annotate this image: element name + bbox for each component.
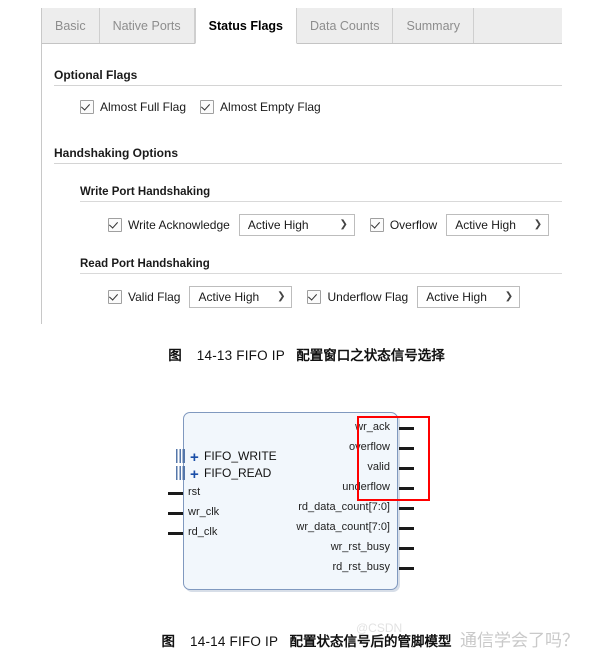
figure-caption-2-fig: 图 (161, 634, 176, 649)
optional-flags-row: Almost Full Flag Almost Empty Flag (80, 100, 562, 114)
pin-label-wr-clk: wr_clk (188, 506, 220, 518)
figure-caption-1-number: 14-13 FIFO IP (196, 348, 285, 363)
tab-summary[interactable]: Summary (393, 8, 474, 43)
write-port-heading: Write Port Handshaking (80, 186, 211, 198)
chevron-down-icon: ❯ (277, 291, 286, 302)
checkbox-valid-flag-label: Valid Flag (128, 290, 181, 304)
handshaking-options-divider (54, 163, 562, 164)
tab-native-ports[interactable]: Native Ports (99, 8, 195, 43)
watermark-text: 通信学会了吗？ (460, 631, 579, 650)
checkbox-almost-empty-flag[interactable]: Almost Empty Flag (200, 100, 321, 114)
watermark-brand: @CSDN (356, 621, 403, 635)
dropdown-write-acknowledge-polarity-value: Active High (247, 218, 309, 232)
chevron-down-icon: ❯ (504, 291, 514, 302)
status-signal-highlight-rectangle (357, 416, 430, 501)
pin-label-wr-rst-busy: wr_rst_busy (330, 541, 390, 553)
pin-stub-rd-clk (168, 532, 183, 535)
checkbox-box-icon (369, 218, 384, 232)
pin-stub-rst (168, 492, 183, 495)
chevron-down-icon: ❯ (533, 219, 543, 230)
write-port-row: Write Acknowledge Active High ❯ Overflow… (108, 214, 562, 236)
read-port-group: Read Port Handshaking Valid Flag Active … (42, 258, 562, 308)
figure-caption-1: 图 14-13 FIFO IP 配置窗口之状态信号选择 (0, 344, 613, 364)
pin-label-fifo-read: FIFO_READ (204, 466, 272, 480)
dropdown-underflow-flag-polarity[interactable]: Active High ❯ (417, 286, 521, 308)
tab-summary-label: Summary (406, 18, 460, 33)
checkbox-almost-full-flag[interactable]: Almost Full Flag (80, 100, 186, 114)
fifo-config-panel: Basic Native Ports Status Flags Data Cou… (41, 8, 562, 324)
pin-label-wr-data-count: wr_data_count[7:0] (296, 521, 390, 533)
tab-basic[interactable]: Basic (42, 8, 100, 43)
dropdown-overflow-polarity[interactable]: Active High ❯ (446, 214, 550, 236)
bus-connector-icon (176, 449, 185, 463)
optional-flags-section: Optional Flags Almost Full Flag Almost E… (42, 68, 562, 114)
pin-label-fifo-write: FIFO_WRITE (204, 449, 277, 463)
checkbox-overflow-label: Overflow (389, 218, 438, 232)
write-port-group: Write Port Handshaking Write Acknowledge… (42, 186, 562, 236)
optional-flags-divider (54, 85, 562, 86)
chevron-down-icon: ❯ (339, 219, 348, 230)
pin-stub-rd-rst-busy (399, 567, 414, 570)
panel-body: Optional Flags Almost Full Flag Almost E… (42, 44, 562, 323)
tab-data-counts[interactable]: Data Counts (297, 8, 394, 43)
handshaking-options-section: Handshaking Options Write Port Handshaki… (42, 146, 562, 308)
tab-data-counts-label: Data Counts (310, 18, 380, 33)
checkbox-box-icon (200, 100, 215, 114)
checkbox-box-icon (307, 290, 322, 304)
pin-stub-wr-rst-busy (399, 547, 414, 550)
tab-strip: Basic Native Ports Status Flags Data Cou… (42, 8, 562, 44)
handshaking-options-heading: Handshaking Options (54, 146, 179, 160)
checkbox-overflow[interactable]: Overflow (369, 218, 438, 232)
fifo-pin-diagram: + FIFO_WRITE + FIFO_READ rst wr_clk rd_c… (150, 400, 480, 600)
expander-plus-icon-fifo-write[interactable]: + (190, 450, 199, 465)
checkbox-write-acknowledge-label: Write Acknowledge (128, 218, 230, 232)
figure-caption-2-text: 配置状态信号后的管脚模型 (289, 634, 452, 649)
read-port-heading: Read Port Handshaking (80, 258, 210, 270)
pin-label-rd-rst-busy: rd_rst_busy (332, 561, 390, 573)
checkbox-almost-empty-flag-label: Almost Empty Flag (220, 100, 321, 114)
dropdown-write-acknowledge-polarity[interactable]: Active High ❯ (238, 214, 355, 236)
pin-label-rd-clk: rd_clk (188, 526, 218, 538)
pin-label-rd-data-count: rd_data_count[7:0] (298, 501, 390, 513)
pin-label-rst: rst (188, 486, 201, 498)
pin-stub-wr-clk (168, 512, 183, 515)
tab-basic-label: Basic (55, 18, 86, 33)
read-port-row: Valid Flag Active High ❯ Underflow Flag … (108, 286, 562, 308)
tab-native-ports-label: Native Ports (112, 18, 181, 33)
tab-strip-filler (473, 8, 562, 43)
checkbox-underflow-flag-label: Underflow Flag (327, 290, 409, 304)
checkbox-box-icon (108, 218, 122, 232)
checkbox-box-icon (108, 290, 122, 304)
screenshot-root: Basic Native Ports Status Flags Data Cou… (0, 0, 613, 655)
read-port-divider (80, 273, 562, 274)
dropdown-valid-flag-polarity[interactable]: Active High ❯ (189, 286, 293, 308)
dropdown-overflow-polarity-value: Active High (455, 218, 516, 232)
write-port-divider (80, 201, 562, 202)
checkbox-almost-full-flag-label: Almost Full Flag (100, 100, 187, 114)
optional-flags-heading: Optional Flags (54, 68, 138, 82)
checkbox-underflow-flag[interactable]: Underflow Flag (307, 290, 408, 304)
pin-stub-rd-data-count (399, 507, 414, 510)
checkbox-box-icon (80, 100, 94, 114)
tab-status-flags-label: Status Flags (208, 18, 283, 33)
figure-caption-1-fig: 图 (168, 348, 182, 363)
checkbox-valid-flag[interactable]: Valid Flag (108, 290, 180, 304)
tab-status-flags[interactable]: Status Flags (194, 8, 297, 44)
checkbox-write-acknowledge[interactable]: Write Acknowledge (108, 218, 230, 232)
dropdown-underflow-flag-polarity-value: Active High (426, 290, 487, 304)
figure-caption-2-number: 14-14 FIFO IP (190, 634, 279, 649)
figure-caption-1-text: 配置窗口之状态信号选择 (296, 348, 445, 363)
bus-connector-icon (176, 466, 185, 480)
dropdown-valid-flag-polarity-value: Active High (198, 290, 260, 304)
pin-stub-wr-data-count (399, 527, 414, 530)
expander-plus-icon-fifo-read[interactable]: + (190, 467, 199, 482)
